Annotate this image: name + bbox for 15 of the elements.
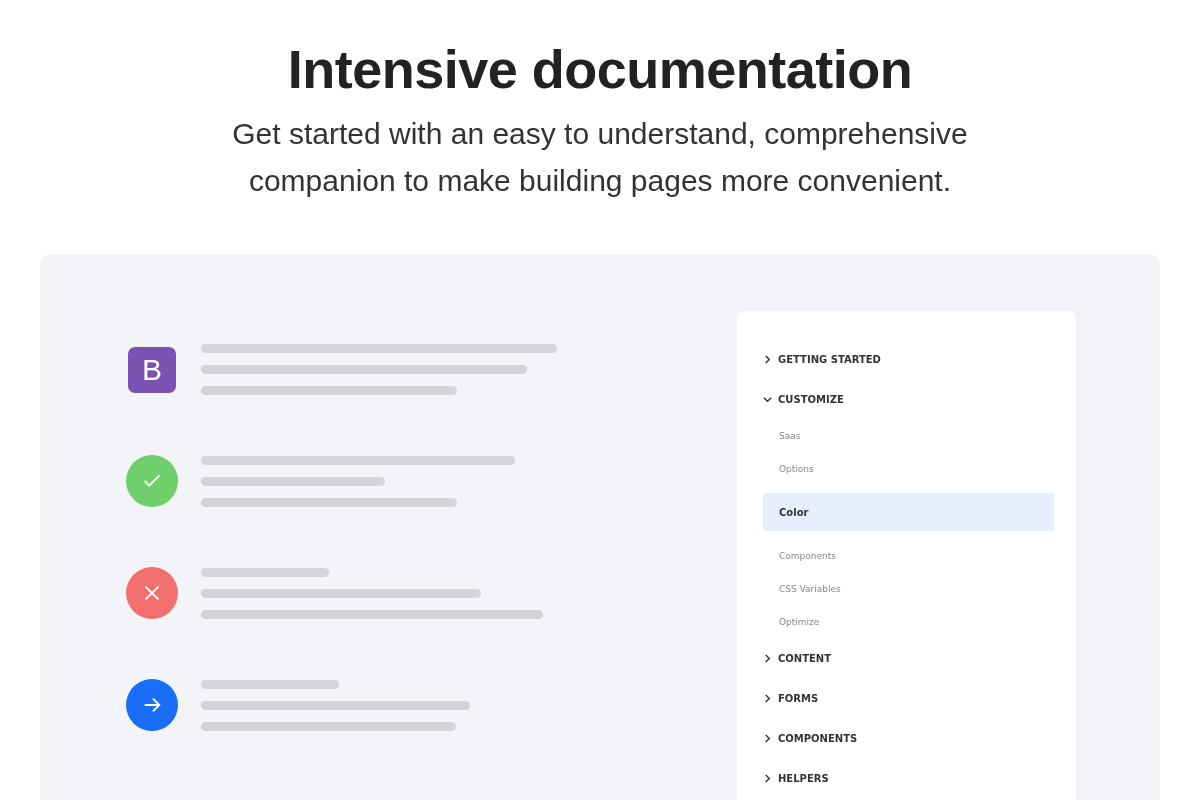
- sidebar-item[interactable]: Optimize: [763, 605, 1054, 638]
- sidebar-section[interactable]: FORMS: [763, 678, 1054, 718]
- page-heading: Intensive documentation: [287, 38, 913, 100]
- sidebar-item[interactable]: Saas: [763, 419, 1054, 452]
- sidebar-section[interactable]: HELPERS: [763, 758, 1054, 798]
- page-subtitle: Get started with an easy to understand, comprehensive companion to make building pages more convenient.: [231, 116, 969, 199]
- logo-icon: B: [128, 346, 176, 393]
- sidebar-section[interactable]: CUSTOMIZE: [763, 379, 1054, 419]
- sidebar-item[interactable]: Components: [763, 539, 1054, 572]
- sidebar-item[interactable]: CSS Variables: [763, 572, 1054, 605]
- sidebar-section[interactable]: GETTING STARTED: [763, 339, 1054, 379]
- sidebar-section[interactable]: CONTENT: [763, 638, 1054, 678]
- sidebar-item[interactable]: Options: [763, 452, 1054, 485]
- sidebar-item[interactable]: Color: [763, 493, 1054, 531]
- sidebar-section[interactable]: COMPONENTS: [763, 718, 1054, 758]
